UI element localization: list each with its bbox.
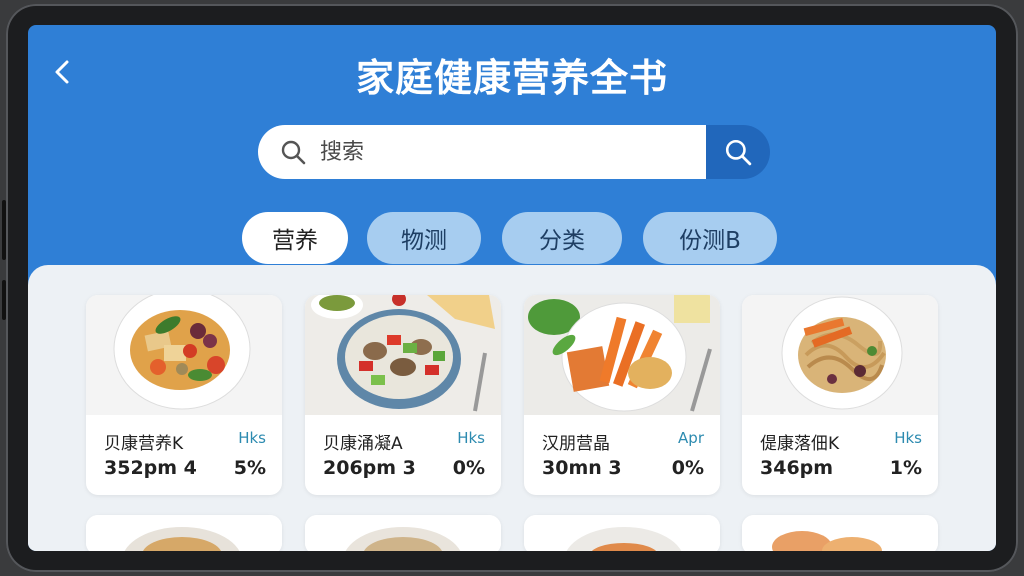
card-percent: 1% (889, 457, 922, 479)
food-card[interactable]: 偍康落佃K Hks 346pm 1% (742, 295, 938, 495)
page-title: 家庭健康营养全书 (355, 56, 668, 100)
card-title: 偍康落佃K (760, 434, 840, 454)
food-image (305, 295, 501, 415)
food-card[interactable]: 汉朋营晶 Apr 30mn 3 0% (524, 295, 720, 495)
card-value: 206pm 3 (323, 457, 416, 479)
card-tag: Hks (238, 429, 266, 447)
card-title: 汉朋营晶 (542, 434, 610, 454)
search-input[interactable] (318, 138, 652, 166)
food-card[interactable]: 贝康涌凝A Hks 206pm 3 0% (305, 295, 501, 495)
card-title: 贝康营养K (104, 434, 184, 454)
search-button[interactable] (706, 125, 770, 179)
tab-nutrition[interactable]: 营养 (242, 212, 348, 264)
food-image (742, 295, 938, 415)
card-tag: Apr (678, 429, 704, 447)
card-percent: 0% (452, 457, 485, 479)
search-icon (725, 139, 752, 166)
content-panel: 贝康营养K Hks 352pm 4 5% 贝康涌凝A Hks 206pm 3 0… (28, 265, 996, 551)
tab-category[interactable]: 分类 (502, 212, 622, 264)
card-value: 346pm (760, 457, 834, 479)
search-icon (281, 140, 306, 165)
food-card[interactable] (524, 515, 720, 551)
tab-portion[interactable]: 份测B (643, 212, 777, 264)
food-card[interactable] (742, 515, 938, 551)
side-button (2, 200, 6, 260)
food-card[interactable]: 贝康营养K Hks 352pm 4 5% (86, 295, 282, 495)
tab-bar: 营养 物测 分类 份测B (28, 212, 996, 266)
card-tag: Hks (457, 429, 485, 447)
food-image (524, 515, 720, 551)
card-percent: 5% (233, 457, 266, 479)
tab-measure[interactable]: 物测 (367, 212, 481, 264)
card-value: 352pm 4 (104, 457, 197, 479)
food-card[interactable] (86, 515, 282, 551)
card-value: 30mn 3 (542, 457, 622, 479)
food-image (86, 295, 282, 415)
food-image (305, 515, 501, 551)
food-image (86, 515, 282, 551)
food-image (524, 295, 720, 415)
food-card[interactable] (305, 515, 501, 551)
app-screen: 家庭健康营养全书 营养 物测 分类 份测B (28, 25, 996, 551)
search-bar[interactable] (258, 125, 706, 179)
card-tag: Hks (894, 429, 922, 447)
card-percent: 0% (671, 457, 704, 479)
side-button (2, 280, 6, 320)
card-title: 贝康涌凝A (323, 434, 403, 454)
food-image (742, 515, 938, 551)
